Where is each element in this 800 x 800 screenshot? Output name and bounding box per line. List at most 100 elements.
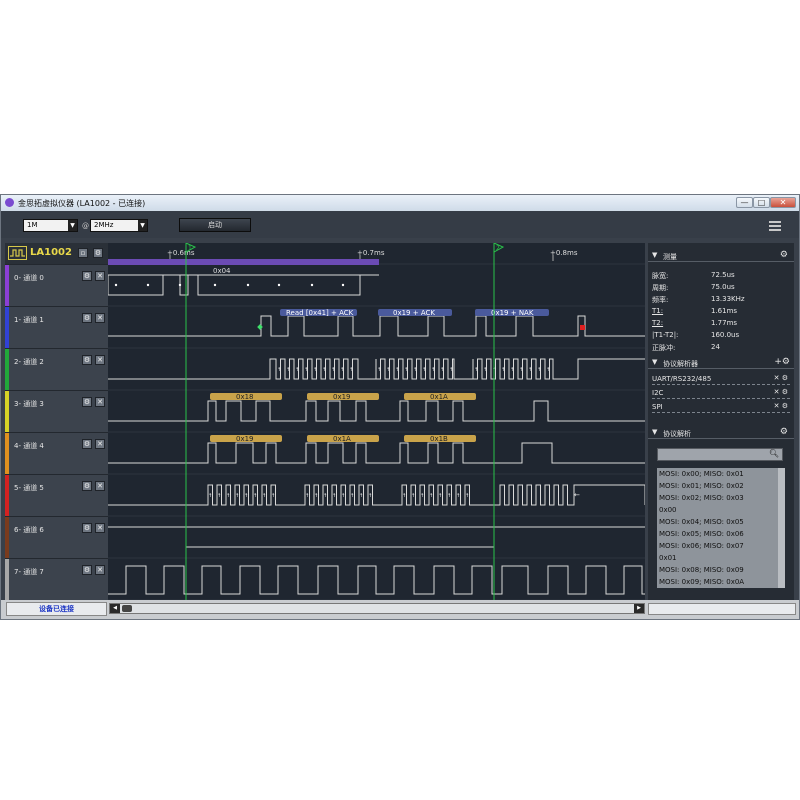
clock-arrow: ↑ [465, 493, 469, 499]
channel-row[interactable]: 7- 通道 7 ⚙ ✕ [5, 558, 108, 600]
channel-hide-button[interactable]: ✕ [95, 313, 105, 323]
analyzer-item[interactable]: I2C ✕ ⚙ [652, 387, 790, 399]
decode-line[interactable]: MOSI: 0x05; MISO: 0x06 [657, 528, 785, 540]
channel-settings-button[interactable]: ⚙ [82, 565, 92, 575]
gear-icon[interactable]: ⚙ [780, 250, 788, 260]
channel-row[interactable]: 0- 通道 0 ⚙ ✕ [5, 264, 108, 306]
search-icon[interactable]: 🔍︎ [769, 449, 779, 458]
collapse-icon[interactable]: ▼ [652, 358, 657, 366]
clock-arrow: ↑ [235, 493, 239, 499]
annotation-label: 0x1B [430, 435, 448, 443]
measure-label: 正脉冲: [652, 344, 676, 352]
app-window: 金思拓虚拟仪器 (LA1002 - 已连接) — □ ✕ 1M ▼ @ 2MHz… [0, 194, 800, 620]
scroll-right-icon[interactable]: ▶ [634, 604, 644, 613]
channel-hide-button[interactable]: ✕ [95, 271, 105, 281]
start-button[interactable]: 启动 [179, 218, 251, 232]
device-config-button[interactable]: ⚙ [93, 248, 103, 258]
clock-arrow: ↑ [546, 367, 550, 373]
channel-label: 1- 通道 1 [14, 316, 44, 324]
channel-row[interactable]: 1- 通道 1 ⚙ ✕ [5, 306, 108, 348]
minimize-button[interactable]: — [736, 197, 753, 208]
sample-rate-select[interactable]: 2MHz ▼ [90, 219, 148, 232]
analyzer-name: SPI [652, 403, 663, 411]
clock-arrow: ↑ [537, 367, 541, 373]
decode-search-input[interactable]: 🔍︎ [657, 448, 783, 461]
measure-value: 24 [711, 343, 720, 351]
channel-settings-button[interactable]: ⚙ [82, 271, 92, 281]
channel-hide-button[interactable]: ✕ [95, 355, 105, 365]
channel-settings-button[interactable]: ⚙ [82, 355, 92, 365]
channel-row[interactable]: 3- 通道 3 ⚙ ✕ [5, 390, 108, 432]
decode-section-header[interactable]: ▼ 协议解析 ⚙ [648, 426, 794, 439]
scroll-thumb[interactable] [122, 605, 132, 612]
decode-line[interactable]: MOSI: 0x02; MISO: 0x03 [657, 492, 785, 504]
decode-line[interactable]: 0x01 [657, 552, 785, 564]
channel-settings-button[interactable]: ⚙ [82, 397, 92, 407]
chevron-down-icon[interactable]: ▼ [68, 220, 77, 231]
clock-arrow: ↑ [411, 493, 415, 499]
bus-bar [108, 259, 379, 265]
time-tick-label: +0.8ms [550, 249, 578, 257]
analyzer-item[interactable]: UART/RS232/485 ✕ ⚙ [652, 373, 790, 385]
scroll-left-icon[interactable]: ◀ [110, 604, 120, 613]
decode-line[interactable]: MOSI: 0x04; MISO: 0x05 [657, 516, 785, 528]
add-analyzer-icon[interactable]: +⚙ [774, 357, 790, 367]
analyzer-item[interactable]: SPI ✕ ⚙ [652, 401, 790, 413]
analyzer-section-header[interactable]: ▼ 协议解析器 +⚙ [648, 356, 794, 369]
channel-row[interactable]: 6- 通道 6 ⚙ ✕ [5, 516, 108, 558]
channel-settings-button[interactable]: ⚙ [82, 313, 92, 323]
collapse-icon[interactable]: ▼ [652, 428, 657, 436]
decode-line[interactable]: MOSI: 0x06; MISO: 0x07 [657, 540, 785, 552]
channel-hide-button[interactable]: ✕ [95, 523, 105, 533]
chevron-down-icon[interactable]: ▼ [138, 220, 147, 231]
decode-line[interactable]: MOSI: 0x00; MISO: 0x01 [657, 468, 785, 480]
close-button[interactable]: ✕ [770, 197, 796, 208]
clock-arrow: ↑ [217, 493, 221, 499]
clock-arrow: ↑ [519, 367, 523, 373]
gear-icon[interactable]: ⚙ [780, 427, 788, 437]
clock-arrow: ↑ [332, 493, 336, 499]
device-settings-button[interactable]: ▫ [78, 248, 88, 258]
channel-row[interactable]: 2- 通道 2 ⚙ ✕ [5, 348, 108, 390]
collapse-icon[interactable]: ▼ [652, 251, 657, 259]
decode-line[interactable]: MOSI: 0x01; MISO: 0x02 [657, 480, 785, 492]
analyzer-item-icons[interactable]: ✕ ⚙ [774, 402, 788, 410]
window-title: 金思拓虚拟仪器 (LA1002 - 已连接) [18, 199, 146, 208]
channel-hide-button[interactable]: ✕ [95, 439, 105, 449]
horizontal-scrollbar[interactable]: ◀ ▶ [109, 603, 645, 614]
decode-line[interactable]: 0x00 [657, 504, 785, 516]
clock-arrow: ↑ [449, 367, 453, 373]
annotation-label: 0x18 [236, 393, 254, 401]
decode-result-list[interactable]: MOSI: 0x00; MISO: 0x01 MOSI: 0x01; MISO: … [657, 468, 785, 588]
channel-color-bar [5, 559, 9, 600]
channel-hide-button[interactable]: ✕ [95, 565, 105, 575]
waveform-area[interactable]: +0.6ms +0.7ms +0.8ms 0x04 Read [0x41] + ACK 0… [107, 242, 646, 601]
analyzer-item-icons[interactable]: ✕ ⚙ [774, 374, 788, 382]
decode-line[interactable]: MOSI: 0x09; MISO: 0x0A [657, 576, 785, 588]
clock-arrow: ↑ [323, 493, 327, 499]
waveform-canvas[interactable]: +0.6ms +0.7ms +0.8ms0x04Read [0x41] + ACK 0… [107, 242, 646, 601]
channel-color-bar [5, 517, 9, 558]
channel-settings-button[interactable]: ⚙ [82, 481, 92, 491]
clock-arrow: ↑ [359, 493, 363, 499]
decode-line[interactable]: MOSI: 0x08; MISO: 0x09 [657, 564, 785, 576]
channel-settings-button[interactable]: ⚙ [82, 439, 92, 449]
channel-row[interactable]: 5- 通道 5 ⚙ ✕ [5, 474, 108, 516]
sample-dot [246, 283, 250, 287]
sample-depth-select[interactable]: 1M ▼ [23, 219, 78, 232]
bus-annotation: 0x04 [213, 267, 231, 275]
hamburger-menu-icon[interactable] [769, 221, 781, 231]
status-bar: 设备已连接 ◀ ▶ [1, 600, 799, 619]
measure-label: |T1-T2|: [652, 331, 679, 339]
scrollbar[interactable] [778, 468, 785, 588]
channel-settings-button[interactable]: ⚙ [82, 523, 92, 533]
clock-arrow: ↑ [295, 367, 299, 373]
channel-hide-button[interactable]: ✕ [95, 397, 105, 407]
clock-arrow: ↑ [340, 367, 344, 373]
analyzer-item-icons[interactable]: ✕ ⚙ [774, 388, 788, 396]
measure-section-header[interactable]: ▼ 测量 ⚙ [648, 249, 794, 262]
channel-hide-button[interactable]: ✕ [95, 481, 105, 491]
sample-dot [213, 283, 217, 287]
maximize-button[interactable]: □ [753, 197, 770, 208]
channel-row[interactable]: 4- 通道 4 ⚙ ✕ [5, 432, 108, 474]
